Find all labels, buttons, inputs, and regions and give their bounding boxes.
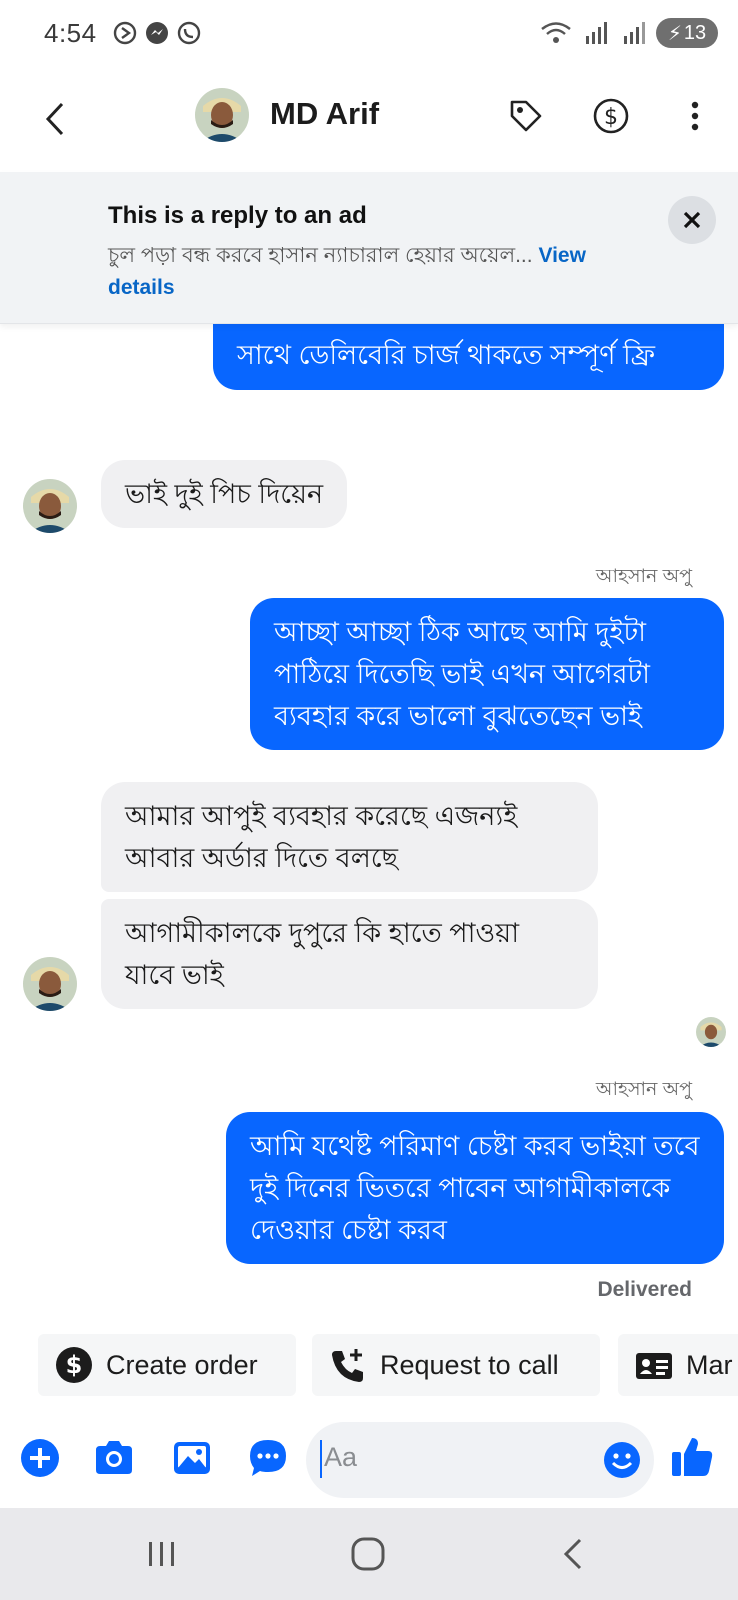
chat-bubble-icon[interactable]: [246, 1436, 290, 1480]
message-text: আমি যথেষ্ট পরিমাণ চেষ্টা করব ভাইয়া তবে …: [250, 1131, 700, 1245]
message-bubble-outgoing[interactable]: আচ্ছা আচ্ছা ঠিক আছে আমি দুইটা পাঠিয়ে দি…: [250, 598, 724, 750]
contact-avatar[interactable]: [195, 88, 249, 142]
whatsapp-icon: [177, 21, 201, 45]
conversation-header: MD Arif $: [0, 72, 738, 172]
battery-level: 13: [683, 21, 707, 44]
system-status: ⚡ 13: [540, 18, 718, 48]
request-to-call-label: Request to call: [380, 1349, 559, 1380]
svg-text:$: $: [604, 105, 618, 130]
payment-icon[interactable]: $: [591, 96, 631, 136]
message-text: আচ্ছা আচ্ছা ঠিক আছে আমি দুইটা পাঠিয়ে দি…: [274, 617, 650, 731]
close-icon: [683, 211, 701, 229]
text-caret: [320, 1440, 322, 1478]
wifi-icon: [541, 22, 571, 43]
more-options-icon[interactable]: [680, 96, 710, 136]
message-bubble-outgoing[interactable]: আমি যথেষ্ট পরিমাণ চেষ্টা করব ভাইয়া তবে …: [226, 1112, 724, 1264]
dollar-circle-icon: $: [56, 1347, 92, 1383]
message-bubble-incoming[interactable]: ভাই দুই পিচ দিয়েন: [101, 460, 348, 528]
message-bubble-incoming[interactable]: আমার আপুই ব্যবহার করেছে এজন্যই আবার অর্ড…: [101, 782, 598, 892]
back-nav-button[interactable]: [552, 1532, 596, 1576]
signal-icon: [586, 22, 607, 44]
message-text: সাথে ডেলিবেরি চার্জ থাকতে সম্পূর্ণ ফ্রি: [237, 340, 656, 370]
message-bubble-incoming[interactable]: আগামীকালকে দুপুরে কি হাতে পাওয়া যাবে ভা…: [101, 899, 598, 1009]
close-banner-button[interactable]: [668, 196, 716, 244]
notification-icons: [112, 20, 202, 46]
contact-name[interactable]: MD Arif: [270, 96, 379, 132]
status-time: 4:54: [44, 18, 97, 48]
message-composer: Aa: [0, 1418, 738, 1502]
quick-actions-bar: $ Create order Request to call Mar: [38, 1334, 738, 1396]
signal-icon-2: [624, 22, 645, 44]
battery-indicator: ⚡ 13: [656, 18, 718, 48]
recent-apps-button[interactable]: [140, 1532, 184, 1576]
gallery-icon[interactable]: [170, 1436, 214, 1480]
camera-icon[interactable]: [92, 1436, 136, 1480]
sender-name: আহসান অপু: [595, 566, 692, 587]
emoji-icon[interactable]: [602, 1440, 642, 1480]
create-order-button[interactable]: $ Create order: [38, 1334, 296, 1396]
ad-description-text: চুল পড়া বন্ধ করবে হাসান ন্যাচারাল হেয়া…: [108, 244, 533, 267]
seen-indicator-avatar: [696, 1017, 726, 1047]
status-bar: 4:54 ⚡ 13: [0, 0, 738, 72]
system-navigation-bar: [0, 1508, 738, 1600]
phone-plus-icon: [332, 1349, 363, 1382]
charging-icon: ⚡: [667, 22, 682, 45]
message-text: ভাই দুই পিচ দিয়েন: [125, 479, 324, 509]
mark-button[interactable]: Mar: [618, 1334, 738, 1396]
thumbs-up-icon[interactable]: [668, 1432, 716, 1480]
ad-reply-banner: This is a reply to an ad চুল পড়া বন্ধ ক…: [0, 172, 738, 324]
ad-banner-title: This is a reply to an ad: [108, 202, 367, 229]
sender-name: আহসান অপু: [595, 1079, 692, 1100]
messenger-icon: [146, 22, 168, 44]
data-saver-icon: [113, 21, 137, 45]
home-button[interactable]: [346, 1532, 390, 1576]
message-text: আমার আপুই ব্যবহার করেছে এজন্যই আবার অর্ড…: [125, 801, 518, 873]
tag-icon[interactable]: [506, 96, 546, 136]
ad-banner-description: চুল পড়া বন্ধ করবে হাসান ন্যাচারাল হেয়া…: [108, 240, 648, 304]
plus-icon[interactable]: [18, 1436, 62, 1480]
delivery-status: Delivered: [597, 1278, 692, 1301]
request-to-call-button[interactable]: Request to call: [312, 1334, 600, 1396]
contact-card-icon: [636, 1353, 672, 1379]
back-button[interactable]: [36, 94, 76, 144]
message-text: আগামীকালকে দুপুরে কি হাতে পাওয়া যাবে ভা…: [125, 918, 520, 990]
contact-avatar-small[interactable]: [23, 479, 77, 533]
svg-text:$: $: [66, 1351, 83, 1379]
contact-avatar-small[interactable]: [23, 957, 77, 1011]
message-input-placeholder: Aa: [324, 1442, 358, 1472]
message-input[interactable]: Aa: [306, 1422, 654, 1498]
create-order-label: Create order: [106, 1349, 258, 1380]
mark-label: Mar: [686, 1349, 733, 1380]
